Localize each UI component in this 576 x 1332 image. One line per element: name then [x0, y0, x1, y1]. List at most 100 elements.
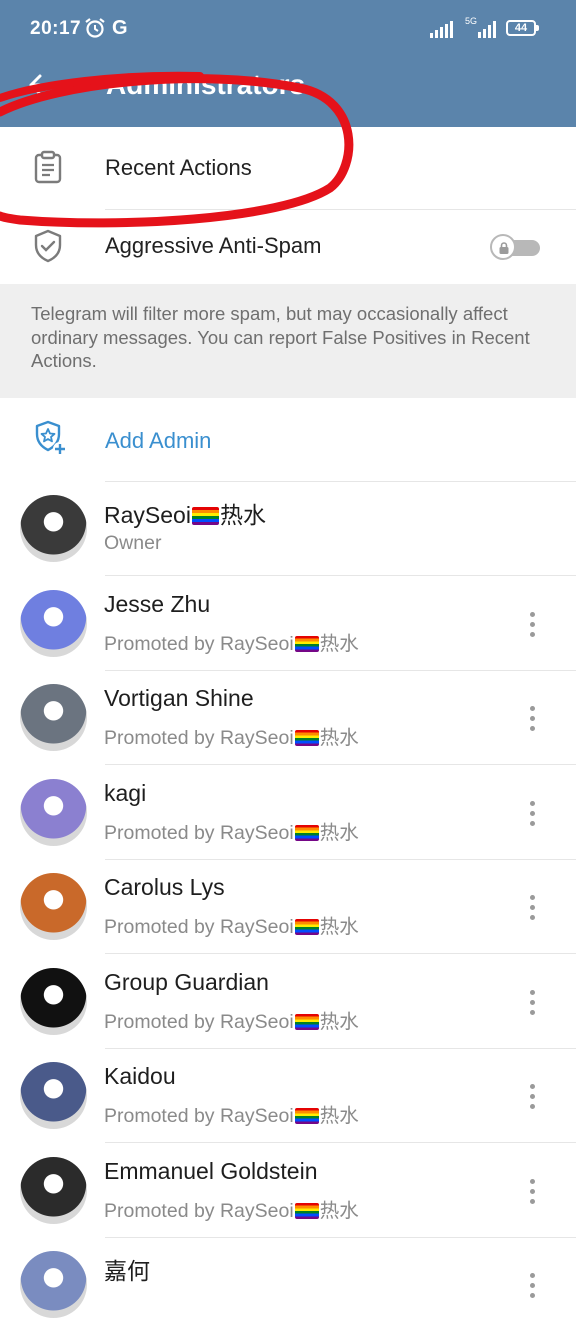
admin-row[interactable]: Carolus Lys Promoted by RaySeoi 热水 — [0, 860, 576, 954]
rainbow-flag-icon — [294, 824, 319, 841]
admin-role-suffix: 热水 — [319, 916, 359, 938]
lock-icon — [499, 242, 509, 254]
admin-role-suffix: 热水 — [319, 1199, 359, 1222]
page-title: Administrators — [106, 69, 306, 100]
info-text: Telegram will filter more spam, but may … — [31, 303, 530, 371]
status-bar: 20:17 G 5G 44 — [0, 0, 576, 60]
admin-name-suffix: 热水 — [219, 502, 266, 528]
more-options-icon[interactable] — [522, 1082, 542, 1112]
admin-row[interactable]: RaySeoi 热水 Owner — [0, 482, 576, 576]
more-options-icon[interactable] — [522, 610, 542, 640]
admin-role: Promoted by RaySeoi 热水 — [104, 1005, 359, 1034]
shield-check-icon — [30, 228, 66, 269]
admin-name: Jesse Zhu — [104, 591, 210, 618]
admin-role-suffix: 热水 — [319, 821, 359, 844]
admin-role: Promoted by RaySeoi 热水 — [104, 1194, 359, 1223]
admin-role: Owner — [104, 532, 161, 555]
admin-name: Vortigan Shine — [104, 685, 254, 712]
admin-name-text: kagi — [104, 779, 147, 806]
admin-name-text: Kaidou — [104, 1063, 176, 1089]
recent-actions-row[interactable]: Recent Actions — [0, 127, 576, 209]
admin-name-text: Jesse Zhu — [104, 590, 211, 617]
admin-role-text: Promoted by RaySeoi — [104, 1010, 294, 1033]
avatar — [20, 589, 87, 657]
admin-role-text: Promoted by RaySeoi — [104, 1105, 294, 1127]
more-options-icon[interactable] — [522, 799, 542, 829]
admin-role-text: Promoted by RaySeoi — [104, 1199, 294, 1222]
more-options-icon[interactable] — [522, 988, 542, 1018]
admin-name: kagi — [104, 780, 146, 807]
toggle-knob — [490, 234, 516, 260]
admin-role-suffix: 热水 — [319, 727, 359, 749]
admin-row[interactable]: Vortigan Shine Promoted by RaySeoi 热水 — [0, 671, 576, 765]
admin-row[interactable]: Jesse Zhu Promoted by RaySeoi 热水 — [0, 577, 576, 671]
admin-row[interactable]: 嘉何 — [0, 1238, 576, 1332]
rainbow-flag-icon — [294, 730, 319, 746]
admin-name-text: 嘉何 — [104, 1258, 150, 1284]
avatar — [20, 684, 87, 751]
admin-role: Promoted by RaySeoi 热水 — [104, 627, 359, 656]
rainbow-flag-icon — [294, 1013, 319, 1030]
rainbow-flag-icon — [294, 919, 319, 935]
admin-row[interactable]: Kaidou Promoted by RaySeoi 热水 — [0, 1049, 576, 1143]
admin-role-text: Promoted by RaySeoi — [104, 821, 294, 844]
anti-spam-toggle[interactable] — [490, 234, 540, 260]
avatar — [20, 1062, 87, 1129]
admin-role: Promoted by RaySeoi 热水 — [104, 816, 359, 845]
google-icon: G — [112, 17, 128, 39]
admin-name: Emmanuel Goldstein — [104, 1158, 318, 1185]
battery-icon: 44 — [506, 20, 539, 36]
more-options-icon[interactable] — [522, 1177, 542, 1207]
avatar — [20, 495, 87, 562]
admin-name: RaySeoi 热水 — [104, 496, 266, 530]
more-options-icon[interactable] — [522, 893, 542, 923]
admin-name: Carolus Lys — [104, 874, 225, 901]
avatar — [20, 1251, 87, 1318]
avatar — [20, 778, 87, 846]
admin-role-text: Promoted by RaySeoi — [104, 916, 294, 938]
rainbow-flag-icon — [294, 635, 319, 652]
admin-role-text: Promoted by RaySeoi — [104, 727, 294, 749]
admin-row[interactable]: Group Guardian Promoted by RaySeoi 热水 — [0, 955, 576, 1049]
shield-star-add-icon — [32, 419, 68, 462]
admin-name: Group Guardian — [104, 969, 269, 996]
admin-name-text: Emmanuel Goldstein — [104, 1157, 318, 1184]
alarm-icon — [84, 17, 106, 45]
rainbow-flag-icon — [294, 1108, 319, 1124]
more-options-icon[interactable] — [522, 1271, 542, 1301]
avatar — [20, 967, 87, 1035]
admin-role-text: Promoted by RaySeoi — [104, 632, 294, 655]
admin-role: Promoted by RaySeoi 热水 — [104, 721, 359, 750]
add-admin-label: Add Admin — [105, 428, 212, 453]
admin-role: Promoted by RaySeoi 热水 — [104, 910, 359, 939]
admin-name-text: Group Guardian — [104, 968, 269, 995]
recent-actions-label: Recent Actions — [105, 155, 252, 180]
admin-role-text: Owner — [104, 532, 162, 554]
more-options-icon[interactable] — [522, 704, 542, 734]
admin-role-suffix: 热水 — [319, 1010, 359, 1033]
admin-role: Promoted by RaySeoi 热水 — [104, 1099, 359, 1128]
status-time: 20:17 — [30, 18, 82, 39]
admin-name-text: RaySeoi — [104, 502, 191, 528]
clipboard-icon — [30, 149, 66, 190]
add-admin-row[interactable]: Add Admin — [0, 398, 576, 481]
admin-row[interactable]: kagi Promoted by RaySeoi 热水 — [0, 766, 576, 860]
network-type: 5G — [465, 16, 478, 26]
avatar — [20, 1156, 87, 1224]
signal-icon-2 — [478, 20, 500, 44]
anti-spam-row[interactable]: Aggressive Anti-Spam — [0, 210, 576, 284]
avatar — [20, 873, 87, 940]
arrow-left-icon — [29, 74, 54, 96]
admin-name-text: Vortigan Shine — [104, 685, 254, 711]
anti-spam-info: Telegram will filter more spam, but may … — [0, 284, 576, 398]
admin-name-text: Carolus Lys — [104, 874, 225, 900]
signal-icon — [430, 20, 458, 44]
app-bar: 20:17 G 5G 44 Administrators — [0, 0, 576, 127]
admin-name: Kaidou — [104, 1063, 176, 1090]
anti-spam-label: Aggressive Anti-Spam — [105, 233, 322, 258]
admin-row[interactable]: Emmanuel Goldstein Promoted by RaySeoi 热水 — [0, 1144, 576, 1238]
back-button[interactable] — [26, 70, 56, 100]
admin-role-suffix: 热水 — [319, 1105, 359, 1127]
admin-name: 嘉何 — [104, 1252, 150, 1286]
admin-role-suffix: 热水 — [319, 632, 359, 655]
